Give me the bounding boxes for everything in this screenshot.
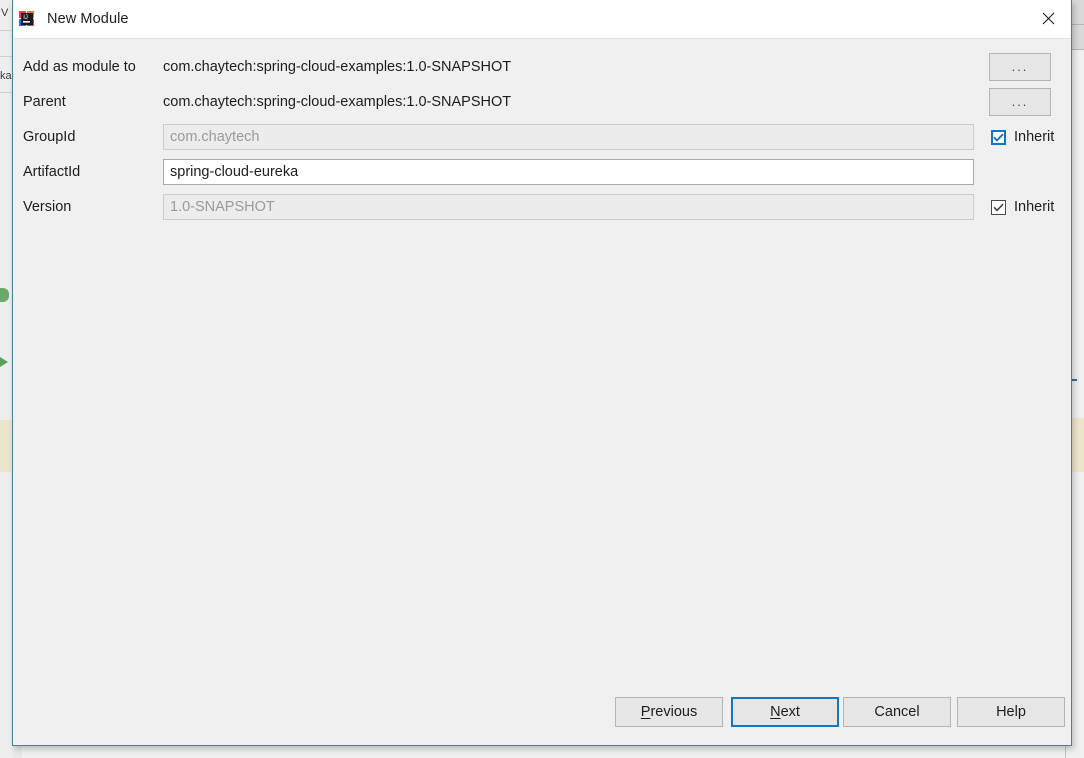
- run-gutter-icon: [0, 357, 8, 367]
- label-version: Version: [23, 199, 72, 215]
- close-icon[interactable]: [1025, 0, 1071, 37]
- version-inherit-label: Inherit: [1014, 199, 1055, 215]
- svg-text:IJ: IJ: [23, 15, 28, 21]
- previous-mnemonic: P: [640, 704, 651, 720]
- checkbox-checked-icon: [991, 129, 1006, 145]
- new-module-dialog: IJ New Module Add as module to com.chayt…: [12, 0, 1072, 746]
- groupid-inherit-checkbox[interactable]: Inherit: [991, 129, 1054, 145]
- help-button[interactable]: Help: [957, 697, 1065, 727]
- dialog-titlebar: IJ New Module: [13, 0, 1071, 39]
- previous-button[interactable]: Previous: [615, 697, 723, 727]
- version-input[interactable]: [163, 194, 974, 220]
- groupid-inherit-label: Inherit: [1014, 129, 1055, 145]
- module-coordinates-form: Add as module to com.chaytech:spring-clo…: [13, 39, 1071, 689]
- label-add-as-module-to: Add as module to: [23, 59, 136, 75]
- label-groupid: GroupId: [23, 129, 76, 145]
- previous-label-rest: revious: [650, 704, 698, 720]
- bg-highlight-band: [0, 420, 12, 472]
- dialog-footer: Previous Next Cancel Help: [13, 687, 1071, 745]
- dialog-title: New Module: [47, 11, 129, 27]
- browse-parent-button[interactable]: ...: [989, 88, 1051, 116]
- intellij-idea-icon: IJ: [18, 10, 36, 28]
- label-artifactid: ArtifactId: [23, 164, 81, 180]
- value-add-as-module-to: com.chaytech:spring-cloud-examples:1.0-S…: [163, 59, 512, 75]
- next-mnemonic: N: [770, 704, 781, 720]
- version-inherit-checkbox[interactable]: Inherit: [991, 199, 1054, 215]
- value-parent: com.chaytech:spring-cloud-examples:1.0-S…: [163, 94, 512, 110]
- label-parent: Parent: [23, 94, 66, 110]
- bg-text-fragment-mid: ka: [0, 70, 12, 82]
- form-row-artifactid: ArtifactId: [13, 158, 1071, 186]
- checkbox-checked-icon: [991, 199, 1006, 215]
- artifactid-input[interactable]: [163, 159, 974, 185]
- form-row-parent: Parent com.chaytech:spring-cloud-example…: [13, 88, 1071, 116]
- groupid-input[interactable]: [163, 124, 974, 150]
- cancel-button[interactable]: Cancel: [843, 697, 951, 727]
- browse-add-as-module-to-button[interactable]: ...: [989, 53, 1051, 81]
- bg-text-fragment-top: V: [1, 7, 9, 19]
- form-row-groupid: GroupId Inherit: [13, 123, 1071, 151]
- next-button[interactable]: Next: [731, 697, 839, 727]
- form-row-add-as-module-to: Add as module to com.chaytech:spring-clo…: [13, 53, 1071, 81]
- next-label-rest: ext: [780, 704, 800, 720]
- form-row-version: Version Inherit: [13, 193, 1071, 221]
